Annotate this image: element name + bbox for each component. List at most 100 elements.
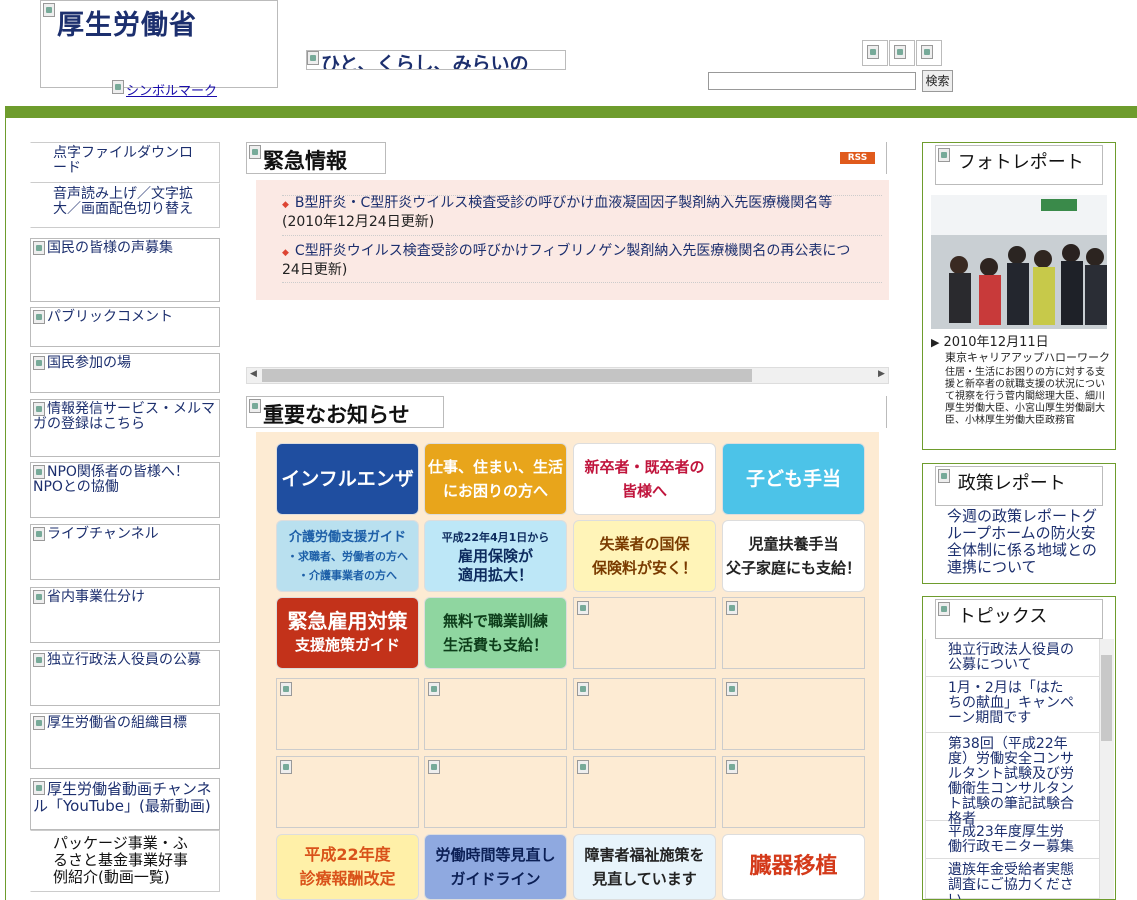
topic-item[interactable]: 平成23年度厚生労働行政モニター募集 <box>925 821 1099 859</box>
banner-text: 支援施策ガイド <box>294 636 400 654</box>
broken-image-icon <box>894 45 906 59</box>
nav-item-jigyo-shiwake[interactable]: 省内事業仕分け <box>30 587 220 643</box>
braille-download-link[interactable]: 点字ファイルダウンロード <box>30 142 220 183</box>
notice-banner[interactable]: 障害者福祉施策を 見直しています <box>573 834 716 900</box>
broken-image-icon <box>726 760 738 774</box>
notice-banner[interactable]: 平成22年度 診療報酬改定 <box>276 834 419 900</box>
notice-banner[interactable]: 新卒者・既卒者の 皆様へ <box>573 443 716 515</box>
banner-text: 障害者福祉施策を <box>584 846 705 864</box>
notice-banner[interactable]: 無料で職業訓練 生活費も支給！ <box>424 597 567 669</box>
notice-banner[interactable]: 介護労働支援ガイド ・求職者、労働者の方へ ・介護事業者の方へ <box>276 520 419 592</box>
banner-placeholder[interactable] <box>573 678 716 750</box>
banner-placeholder[interactable] <box>573 756 716 828</box>
photo-date: ▶ 2010年12月11日 <box>931 335 1049 350</box>
banner-placeholder[interactable] <box>424 756 567 828</box>
accessibility-tools-link[interactable]: 音声読み上げ／文字拡大／画面配色切り替え <box>30 183 220 228</box>
notice-banner[interactable]: 子ども手当 <box>722 443 865 515</box>
broken-image-icon <box>428 760 440 774</box>
slogan-banner: ひと、くらし、みらいの <box>306 50 566 70</box>
policy-report-link[interactable]: 今週の政策レポートグループホームの防火安全体制に係る地域との連携について <box>947 508 1107 576</box>
banner-text: ガイドライン <box>450 870 541 888</box>
topic-item[interactable]: 第38回（平成22年度）労働安全コンサルタント試験及び労働衛生コンサルタント試験… <box>925 733 1099 827</box>
divider <box>282 282 882 283</box>
play-arrow-icon: ▶ <box>931 336 940 349</box>
banner-text: 労働時間等見直し <box>435 846 556 864</box>
banner-text: 新卒者・既卒者の <box>584 458 705 476</box>
package-business-link[interactable]: パッケージ事業・ふるさと基金事業好事例紹介(動画一覧) <box>30 830 220 892</box>
topic-item[interactable]: 1月・2月は「はたちの献血」キャンペーン期間です <box>925 677 1099 733</box>
topic-item[interactable]: 独立行政法人役員の公募について <box>925 639 1099 677</box>
scroll-left-icon[interactable]: ◀ <box>250 369 257 379</box>
nav-item-participation[interactable]: 国民参加の場 <box>30 353 220 393</box>
broken-image-icon <box>280 682 292 696</box>
topic-item[interactable]: 遺族年金受給者実態調査にご協力ください <box>925 859 1099 899</box>
banner-text: 生活費も支給！ <box>442 636 548 654</box>
banner-text: 適用拡大！ <box>457 565 533 584</box>
photo-report-image[interactable] <box>931 195 1107 329</box>
photo-report-box: フォトレポート ▶ 2010年12月11日 東京キャリアアップハローワーク 住居・… <box>922 142 1116 450</box>
photo-place: 東京キャリアアップハローワーク <box>945 351 1110 364</box>
broken-image-icon <box>726 601 738 615</box>
notice-banner[interactable]: 労働時間等見直し ガイドライン <box>424 834 567 900</box>
search-input[interactable] <box>708 72 916 90</box>
nav-item-org-goals[interactable]: 厚生労働省の組織目標 <box>30 713 220 769</box>
scrollbar-thumb[interactable] <box>262 369 752 382</box>
banner-placeholder[interactable] <box>722 756 865 828</box>
topics-scrollbar-thumb[interactable] <box>1101 655 1112 741</box>
banner-text: 失業者の国保 <box>599 535 690 553</box>
photo-caption: 住居・生活にお困りの方に対する支援と新卒者の就職支援の状況について視察を行う菅内… <box>945 367 1105 426</box>
search-button[interactable]: 検索 <box>922 70 953 92</box>
rss-badge[interactable]: RSS <box>840 152 875 164</box>
nav-item-mail-magazine[interactable]: 情報発信サービス・メルマガの登録はこちら <box>30 399 220 457</box>
banner-placeholder[interactable] <box>276 678 419 750</box>
notice-banner[interactable]: 児童扶養手当 父子家庭にも支給！ <box>722 520 865 592</box>
scroll-right-icon[interactable]: ▶ <box>878 369 885 379</box>
banner-text: 見直しています <box>592 870 697 888</box>
banner-placeholder[interactable] <box>424 678 567 750</box>
broken-image-icon <box>249 145 261 159</box>
broken-image-icon <box>428 682 440 696</box>
broken-image-icon <box>938 148 950 162</box>
nav-item-public-voice[interactable]: 国民の皆様の声募集 <box>30 238 220 302</box>
nav-item-public-comment[interactable]: パブリックコメント <box>30 307 220 347</box>
text-size-button-small[interactable] <box>862 40 888 66</box>
heading-edge <box>886 396 889 428</box>
emergency-item-date: (2010年12月24日更新) <box>282 214 435 230</box>
broken-image-icon <box>577 682 589 696</box>
banner-text: 介護労働支援ガイド <box>288 529 406 545</box>
ministry-logo[interactable]: 厚生労働省 <box>40 0 278 88</box>
notice-banner[interactable]: 仕事、住まい、生活 にお困りの方へ <box>424 443 567 515</box>
banner-text: 緊急雇用対策 <box>287 609 408 633</box>
broken-image-icon <box>726 682 738 696</box>
banner-placeholder[interactable] <box>722 597 865 669</box>
broken-image-icon <box>33 716 45 730</box>
broken-image-icon <box>33 241 45 255</box>
banner-text: 仕事、住まい、生活 <box>427 458 563 476</box>
broken-image-icon <box>938 602 950 616</box>
nav-item-officer-recruit[interactable]: 独立行政法人役員の公募 <box>30 650 220 706</box>
nav-item-npo[interactable]: NPO関係者の皆様へ！NPOとの協働 <box>30 462 220 518</box>
banner-text: 臓器移植 <box>749 854 838 879</box>
notice-banner[interactable]: 平成22年4月1日から 雇用保険が 適用拡大！ <box>424 520 567 592</box>
text-size-button-large[interactable] <box>916 40 942 66</box>
notice-banner[interactable]: 緊急雇用対策支援施策ガイド <box>276 597 419 669</box>
broken-image-icon <box>33 590 45 604</box>
nav-item-live-channel[interactable]: ライブチャンネル <box>30 524 220 580</box>
broken-image-icon <box>280 760 292 774</box>
photo-report-heading: フォトレポート <box>935 145 1103 185</box>
broken-image-icon <box>43 3 55 17</box>
broken-image-icon <box>33 653 45 667</box>
banner-placeholder[interactable] <box>276 756 419 828</box>
emergency-item-link[interactable]: ◆ B型肝炎・C型肝炎ウイルス検査受診の呼びかけ血液凝固因子製剤納入先医療機関名等 <box>282 194 832 215</box>
banner-placeholder[interactable] <box>573 597 716 669</box>
notice-banner[interactable]: インフルエンザ <box>276 443 419 515</box>
text-size-button-medium[interactable] <box>889 40 915 66</box>
notice-banner[interactable]: 失業者の国保 保険料が安く！ <box>573 520 716 592</box>
banner-text: 無料で職業訓練 <box>442 612 548 630</box>
nav-item-youtube[interactable]: 厚生労働省動画チャンネル「YouTube」(最新動画) <box>30 778 220 830</box>
symbol-mark-link[interactable]: シンボルマーク <box>112 80 217 99</box>
policy-report-heading: 政策レポート <box>935 466 1103 506</box>
banner-placeholder[interactable] <box>722 678 865 750</box>
emergency-item-link[interactable]: ◆ C型肝炎ウイルス検査受診の呼びかけフィブリノゲン製剤納入先医療機関名の再公表に… <box>282 242 850 263</box>
notice-banner[interactable]: 臓器移植 <box>722 834 865 900</box>
